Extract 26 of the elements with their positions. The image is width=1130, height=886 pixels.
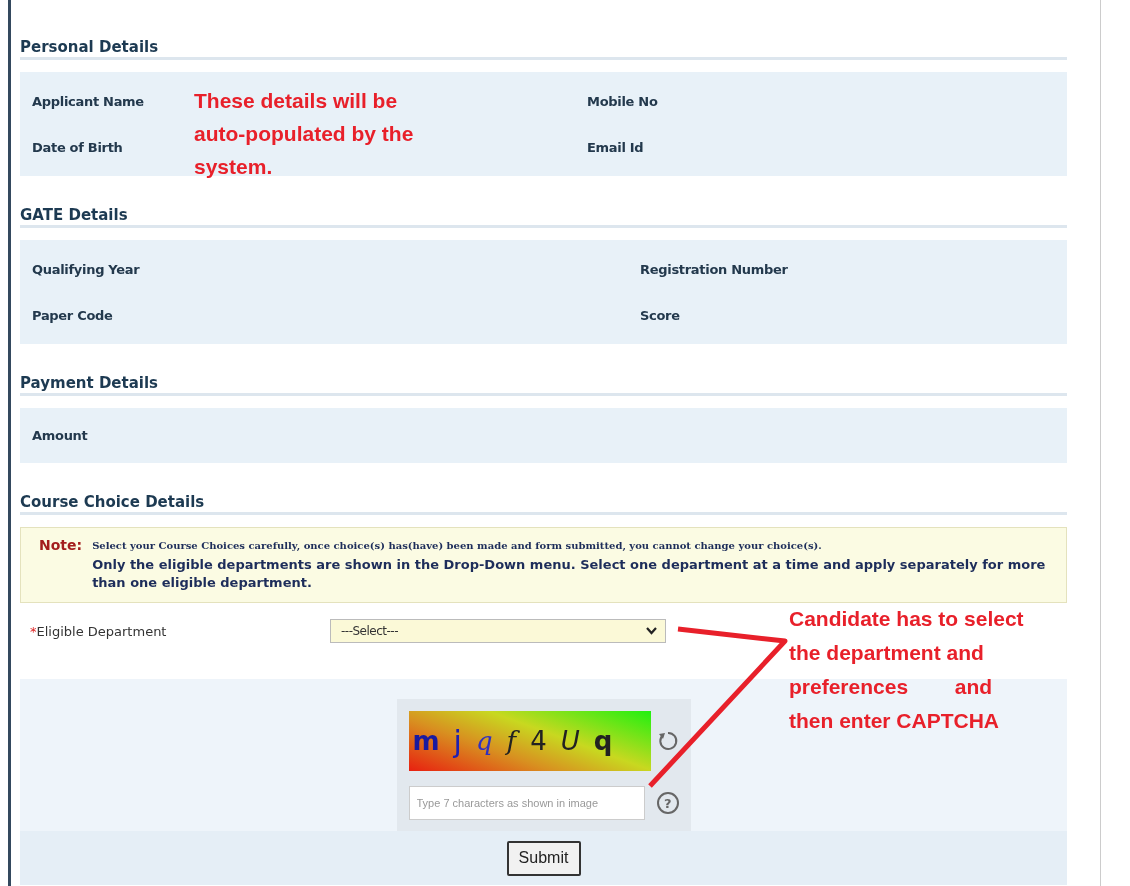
help-icon[interactable]: ? (656, 792, 679, 814)
field-label: Paper Code (32, 307, 113, 323)
section-title: Course Choice Details (20, 493, 205, 511)
field-label: *Eligible Department (30, 623, 168, 639)
submit-button[interactable]: Submit (506, 840, 581, 876)
field-label: Registration Number (640, 261, 788, 277)
section-title: GATE Details (20, 206, 128, 224)
field-label: Amount (32, 428, 88, 443)
field-label: Qualifying Year (32, 261, 140, 277)
annotation-text: Candidate has to select the department and preferences and then enter CAPTCHA (789, 606, 1024, 734)
section-title: Personal Details (20, 38, 159, 56)
note-label: Note: (39, 537, 83, 555)
note-text: Select your Course Choices carefully, once choice(s) has(have) been made and form submitted, you cannot change your choice(s). (92, 540, 823, 551)
field-label: Email Id (587, 139, 644, 155)
refresh-icon[interactable] (656, 730, 679, 752)
field-label: Score (640, 307, 680, 323)
chevron-down-icon (646, 627, 657, 635)
section-title: Payment Details (20, 374, 159, 392)
field-label: Date of Birth (32, 139, 123, 155)
department-select[interactable]: ---Select--- (330, 619, 666, 643)
captcha-image: m j q f 4 U q (408, 711, 651, 771)
note-text: Only the eligible departments are shown in the Drop-Down menu. Select one department at a time and apply separately for more than one eligible department. (92, 556, 1047, 592)
annotation-text: These details will be auto-populated by the system. (194, 88, 414, 180)
field-label: Mobile No (587, 93, 658, 109)
captcha-input[interactable]: Type 7 characters as shown in image (408, 786, 645, 820)
field-label: Applicant Name (32, 93, 144, 109)
